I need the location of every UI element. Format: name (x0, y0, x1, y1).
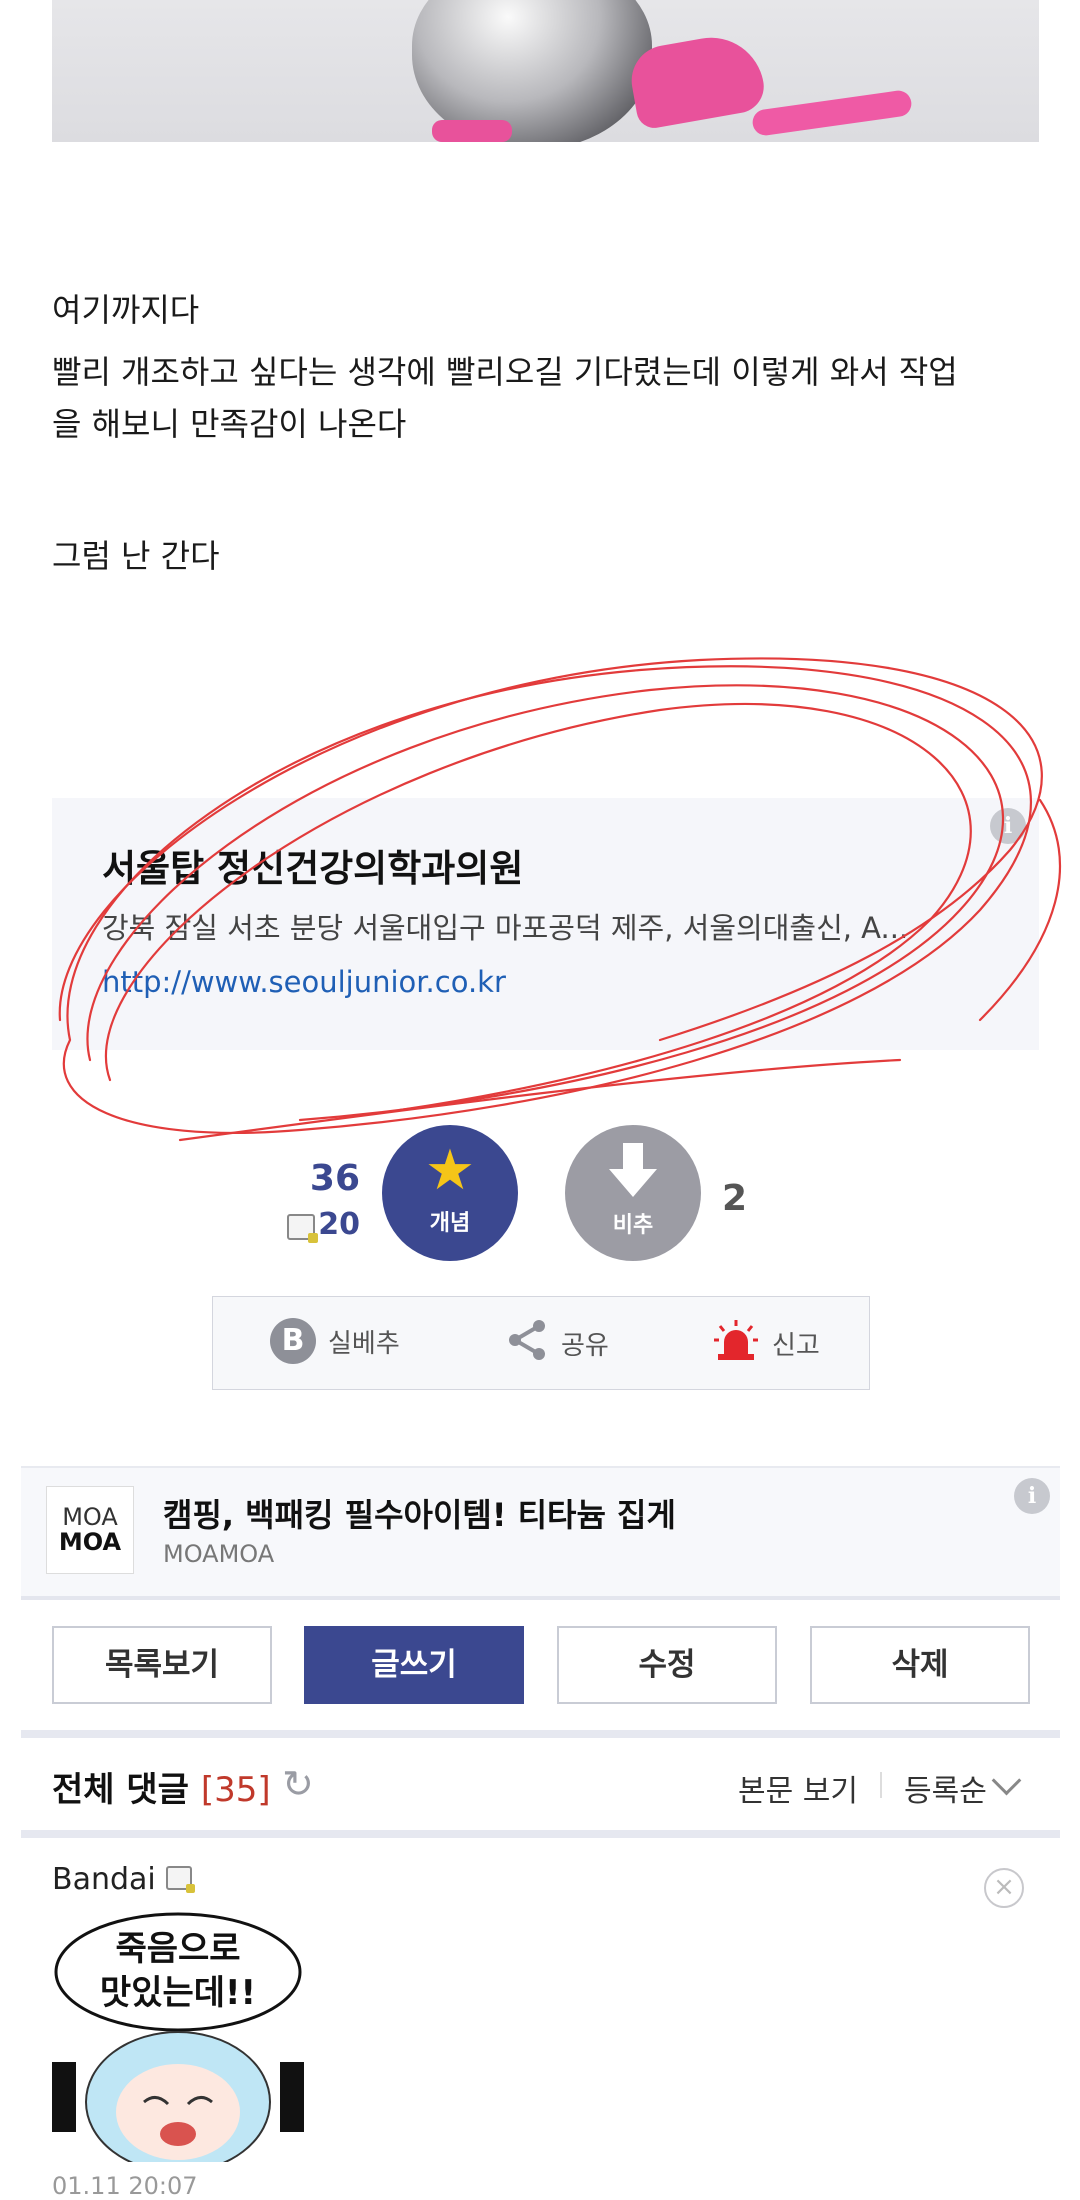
body-paragraph: 빨리 개조하고 싶다는 생각에 빨리오길 기다렸는데 이렇게 와서 작업 (52, 353, 958, 391)
share-icon (505, 1318, 549, 1369)
share-label: 공유 (561, 1331, 609, 1361)
ad-title[interactable]: 서울탑 정신건강의학과의원 (102, 838, 523, 892)
comments-title: 전체 댓글 [35] (52, 1770, 271, 1810)
view-body-link[interactable]: 본문 보기 (738, 1766, 858, 1810)
fixed-upvote-count: 20 (318, 1207, 360, 1242)
section-divider (21, 1830, 1060, 1838)
best-badge-icon: B (270, 1318, 316, 1364)
report-label: 신고 (772, 1331, 820, 1361)
report-button[interactable]: 신고 (712, 1318, 820, 1369)
chevron-down-icon[interactable] (991, 1765, 1022, 1796)
siren-icon (712, 1318, 760, 1369)
post-image[interactable] (52, 0, 1039, 142)
best-recommend-button[interactable]: B 실베추 (270, 1318, 400, 1364)
body-paragraph: 그럼 난 간다 (52, 537, 220, 575)
refresh-icon[interactable]: ↻ (282, 1762, 314, 1806)
close-icon[interactable]: × (984, 1868, 1024, 1908)
advertiser-logo: MOA MOA (46, 1486, 134, 1574)
body-paragraph: 을 해보니 만족감이 나온다 (52, 405, 407, 443)
upvote-label: 개념 (429, 1211, 471, 1236)
upvote-count: 36 (309, 1158, 360, 1199)
arrow-down-icon (565, 1141, 701, 1213)
star-icon: ★ (424, 1138, 476, 1203)
figure-pink-blade (750, 88, 914, 138)
ad-info-icon[interactable]: i (1014, 1478, 1050, 1514)
downvote-button[interactable]: 비추 (565, 1125, 701, 1261)
downvote-label: 비추 (612, 1213, 654, 1238)
banner-ad-advertiser: MOAMOA (163, 1540, 275, 1568)
comment-sticker-image[interactable]: 죽음으로 맛있는데!! (52, 1912, 304, 2162)
upvote-button[interactable]: ★ 개념 (382, 1125, 518, 1261)
sticker-text: 맛있는데!! (100, 1973, 256, 2013)
downvote-count: 2 (722, 1178, 748, 1219)
comment-date: 01.11 20:07 (52, 2172, 198, 2200)
best-recommend-label: 실베추 (328, 1328, 400, 1359)
ad-description: 강북 잠실 서초 분당 서울대입구 마포공덕 제주, 서울의대출신, A... (102, 911, 909, 945)
separator (880, 1772, 882, 1798)
body-paragraph: 여기까지다 (52, 291, 200, 329)
list-button[interactable]: 목록보기 (52, 1626, 272, 1704)
sort-select[interactable]: 등록순 (904, 1766, 987, 1810)
banner-ad-title[interactable]: 캠핑, 백패킹 필수아이템! 티타늄 집게 (163, 1490, 676, 1536)
comment-author[interactable]: Bandai (52, 1862, 156, 1897)
ad-url-link[interactable]: http://www.seouljunior.co.kr (102, 965, 506, 999)
ad-info-icon[interactable]: i (990, 808, 1026, 844)
write-button[interactable]: 글쓰기 (304, 1626, 524, 1704)
share-button[interactable]: 공유 (505, 1318, 609, 1369)
section-divider (21, 1730, 1060, 1738)
delete-button[interactable]: 삭제 (810, 1626, 1030, 1704)
edit-button[interactable]: 수정 (557, 1626, 777, 1704)
comments-count: [35] (200, 1770, 271, 1810)
figure-pink-foot (432, 120, 512, 142)
sticker-text: 죽음으로 (115, 1929, 240, 1969)
fixed-nick-icon (166, 1866, 195, 1893)
